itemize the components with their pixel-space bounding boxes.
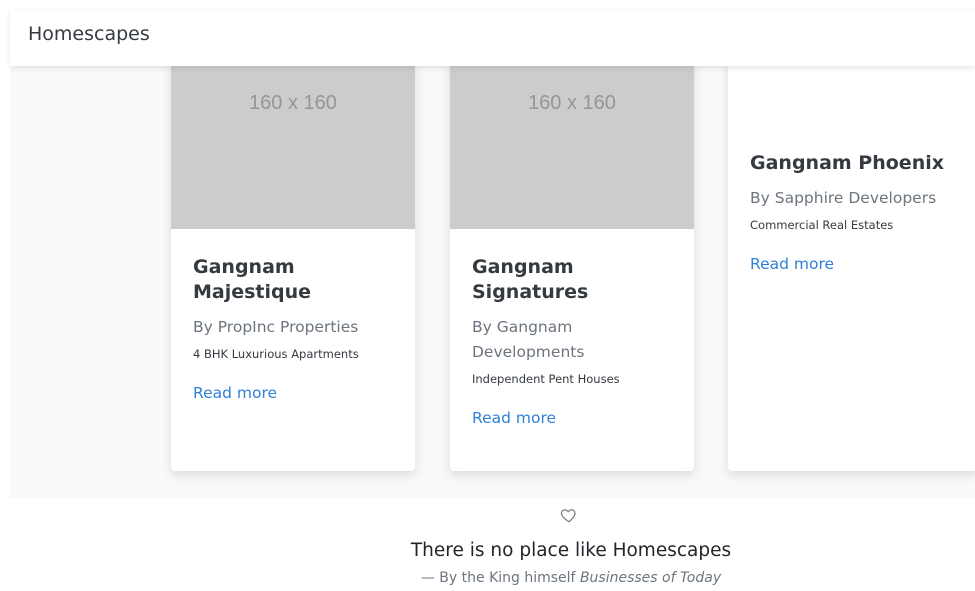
card-body: Gangnam Phoenix By Sapphire Developers C… xyxy=(728,66,975,275)
read-more-link[interactable]: Read more xyxy=(750,253,834,275)
card-body: Gangnam Signatures By Gangnam Developmen… xyxy=(450,229,694,429)
attribution-source: Businesses of Today xyxy=(579,570,722,586)
quote-footer: There is no place like Homescapes — By t… xyxy=(0,498,975,591)
attribution-prefix: — By the King himself xyxy=(420,570,576,586)
card-body: Gangnam Majestique By PropInc Properties… xyxy=(171,229,415,404)
property-title: Gangnam Signatures xyxy=(472,256,589,303)
property-cards-section: 160 x 160 Gangnam Majestique By PropInc … xyxy=(10,66,975,498)
property-image-placeholder: 160 x 160 xyxy=(450,66,694,229)
top-navbar: Homescapes xyxy=(10,10,975,66)
property-developer: By Sapphire Developers xyxy=(750,189,937,207)
property-card: 160 x 160 Gangnam Signatures By Gangnam … xyxy=(450,66,694,471)
image-placeholder-label: 160 x 160 xyxy=(528,92,616,114)
property-description: Independent Pent Houses xyxy=(472,372,620,386)
read-more-link[interactable]: Read more xyxy=(472,407,556,429)
property-developer: By Gangnam Developments xyxy=(472,318,585,361)
property-card: Gangnam Phoenix By Sapphire Developers C… xyxy=(728,66,975,471)
property-image-placeholder: 160 x 160 xyxy=(171,66,415,229)
property-developer: By PropInc Properties xyxy=(193,318,359,336)
property-description: 4 BHK Luxurious Apartments xyxy=(193,347,359,361)
footer-quote: There is no place like Homescapes xyxy=(410,540,732,561)
property-card: 160 x 160 Gangnam Majestique By PropInc … xyxy=(171,66,415,471)
heart-outline-icon xyxy=(560,509,576,523)
brand-link[interactable]: Homescapes xyxy=(28,22,150,46)
footer-attribution: — By the King himself Businesses of Toda… xyxy=(0,568,975,588)
image-placeholder-label: 160 x 160 xyxy=(249,92,337,114)
read-more-link[interactable]: Read more xyxy=(193,382,277,404)
property-title: Gangnam Majestique xyxy=(193,256,312,303)
property-description: Commercial Real Estates xyxy=(750,218,894,232)
property-title: Gangnam Phoenix xyxy=(750,152,944,174)
